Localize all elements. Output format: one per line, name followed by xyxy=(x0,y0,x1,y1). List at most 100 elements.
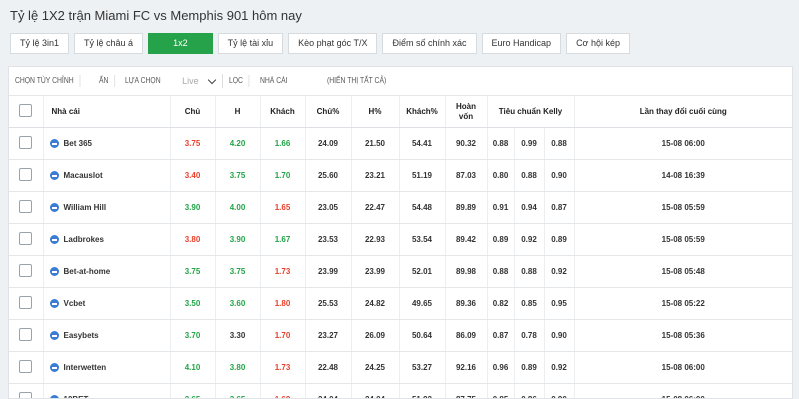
home-odds[interactable]: 3.75 xyxy=(170,256,215,288)
header-bookmaker[interactable]: Nhà cái xyxy=(43,96,170,128)
header-kelly: Tiêu chuẩn Kelly xyxy=(487,96,574,128)
show-all-link[interactable]: (HIỂN THỊ TẤT CẢ) xyxy=(321,75,392,87)
row-checkbox[interactable] xyxy=(19,264,32,277)
bookmaker-toggle-icon[interactable] xyxy=(50,267,59,276)
refund-rate: 87.03 xyxy=(445,160,487,192)
bookmaker-cell[interactable]: Bet-at-home xyxy=(43,256,170,288)
header-home[interactable]: Chủ xyxy=(170,96,215,128)
bookmaker-toggle-icon[interactable] xyxy=(50,203,59,212)
header-away[interactable]: Khách xyxy=(260,96,305,128)
bookmaker-toggle-icon[interactable] xyxy=(50,171,59,180)
kelly-draw: 0.89 xyxy=(514,352,544,384)
row-checkbox[interactable] xyxy=(19,136,32,149)
row-checkbox[interactable] xyxy=(19,168,32,181)
home-pct: 25.60 xyxy=(305,160,351,192)
last-change-time: 15-08 05:22 xyxy=(574,288,792,320)
away-odds[interactable]: 1.65 xyxy=(260,192,305,224)
bookmaker-name: Interwetten xyxy=(64,363,107,372)
last-change-time: 15-08 05:36 xyxy=(574,320,792,352)
table-row: Bet-at-home3.753.751.7323.9923.9952.0189… xyxy=(9,256,792,288)
bookmaker-filter[interactable]: NHÀ CÁI xyxy=(254,75,293,87)
header-draw[interactable]: H xyxy=(215,96,260,128)
bookmaker-cell[interactable]: Ladbrokes xyxy=(43,224,170,256)
bookmaker-toggle-icon[interactable] xyxy=(50,299,59,308)
kelly-draw: 0.94 xyxy=(514,192,544,224)
header-last-change[interactable]: Lần thay đổi cuối cùng xyxy=(574,96,792,128)
draw-pct: 26.09 xyxy=(351,320,399,352)
tab-over-under[interactable]: Tỷ lệ tài xỉu xyxy=(218,33,284,54)
last-change-time: 15-08 05:59 xyxy=(574,224,792,256)
draw-odds[interactable]: 3.75 xyxy=(215,160,260,192)
away-odds[interactable]: 1.73 xyxy=(260,256,305,288)
tab-double-chance[interactable]: Cơ hội kép xyxy=(566,33,630,54)
last-change-time: 15-08 05:48 xyxy=(574,256,792,288)
select-all-checkbox[interactable] xyxy=(19,104,32,117)
home-odds[interactable]: 3.80 xyxy=(170,224,215,256)
home-pct: 25.53 xyxy=(305,288,351,320)
row-select-cell xyxy=(9,224,43,256)
home-odds[interactable]: 3.50 xyxy=(170,288,215,320)
row-checkbox[interactable] xyxy=(19,232,32,245)
live-select[interactable]: Live xyxy=(175,74,223,88)
away-odds[interactable]: 1.70 xyxy=(260,320,305,352)
row-checkbox[interactable] xyxy=(19,392,32,399)
bookmaker-cell[interactable]: Interwetten xyxy=(43,352,170,384)
header-refund[interactable]: Hoànvốn xyxy=(445,96,487,128)
bookmaker-cell[interactable]: Macauslot xyxy=(43,160,170,192)
table-row: Vcbet3.503.601.8025.5324.8249.6589.360.8… xyxy=(9,288,792,320)
bookmaker-toggle-icon[interactable] xyxy=(50,363,59,372)
draw-pct: 24.25 xyxy=(351,352,399,384)
away-odds[interactable]: 1.73 xyxy=(260,352,305,384)
bookmaker-toggle-icon[interactable] xyxy=(50,331,59,340)
kelly-home: 0.91 xyxy=(487,192,514,224)
kelly-away: 0.92 xyxy=(544,352,574,384)
bookmaker-cell[interactable]: William Hill xyxy=(43,192,170,224)
draw-pct: 24.82 xyxy=(351,288,399,320)
home-odds[interactable]: 3.90 xyxy=(170,192,215,224)
hide-button[interactable]: ẨN xyxy=(93,75,115,87)
tab-1x2[interactable]: 1x2 xyxy=(148,33,213,54)
row-checkbox[interactable] xyxy=(19,328,32,341)
header-home-pct[interactable]: Chủ% xyxy=(305,96,351,128)
away-odds[interactable]: 1.80 xyxy=(260,288,305,320)
away-odds[interactable]: 1.66 xyxy=(260,128,305,160)
away-odds[interactable]: 1.67 xyxy=(260,224,305,256)
home-odds[interactable]: 4.10 xyxy=(170,352,215,384)
draw-odds[interactable]: 4.20 xyxy=(215,128,260,160)
draw-odds[interactable]: 4.00 xyxy=(215,192,260,224)
draw-odds[interactable]: 3.90 xyxy=(215,224,260,256)
away-pct: 53.27 xyxy=(399,352,445,384)
tab-3in1[interactable]: Tỷ lệ 3in1 xyxy=(10,33,69,54)
home-odds[interactable]: 3.75 xyxy=(170,128,215,160)
select-button[interactable]: LỰA CHỌN xyxy=(119,75,167,87)
bookmaker-cell[interactable]: Bet 365 xyxy=(43,128,170,160)
custom-select-button[interactable]: CHỌN TÙY CHỈNH xyxy=(9,75,80,87)
bookmaker-toggle-icon[interactable] xyxy=(50,395,59,399)
tab-euro-handicap[interactable]: Euro Handicap xyxy=(482,33,562,54)
row-checkbox[interactable] xyxy=(19,360,32,373)
away-pct: 53.54 xyxy=(399,224,445,256)
header-refund-line2: vốn xyxy=(459,112,473,121)
draw-odds[interactable]: 3.60 xyxy=(215,288,260,320)
draw-odds[interactable]: 3.80 xyxy=(215,352,260,384)
tab-correct-score[interactable]: Điểm số chính xác xyxy=(382,33,476,54)
row-select-cell xyxy=(9,320,43,352)
draw-odds[interactable]: 3.75 xyxy=(215,256,260,288)
home-odds[interactable]: 3.40 xyxy=(170,160,215,192)
tab-asian-odds[interactable]: Tỷ lệ châu á xyxy=(74,33,143,54)
tab-corners-over-under[interactable]: Kèo phạt góc T/X xyxy=(288,33,377,54)
last-change-time: 15-08 06:00 xyxy=(574,352,792,384)
kelly-home: 0.80 xyxy=(487,160,514,192)
header-draw-pct[interactable]: H% xyxy=(351,96,399,128)
bookmaker-toggle-icon[interactable] xyxy=(50,139,59,148)
row-checkbox[interactable] xyxy=(19,296,32,309)
draw-odds[interactable]: 3.30 xyxy=(215,320,260,352)
bookmaker-cell[interactable]: Vcbet xyxy=(43,288,170,320)
kelly-home: 0.87 xyxy=(487,320,514,352)
bookmaker-cell[interactable]: Easybets xyxy=(43,320,170,352)
away-odds[interactable]: 1.70 xyxy=(260,160,305,192)
row-checkbox[interactable] xyxy=(19,200,32,213)
home-odds[interactable]: 3.70 xyxy=(170,320,215,352)
header-away-pct[interactable]: Khách% xyxy=(399,96,445,128)
bookmaker-toggle-icon[interactable] xyxy=(50,235,59,244)
